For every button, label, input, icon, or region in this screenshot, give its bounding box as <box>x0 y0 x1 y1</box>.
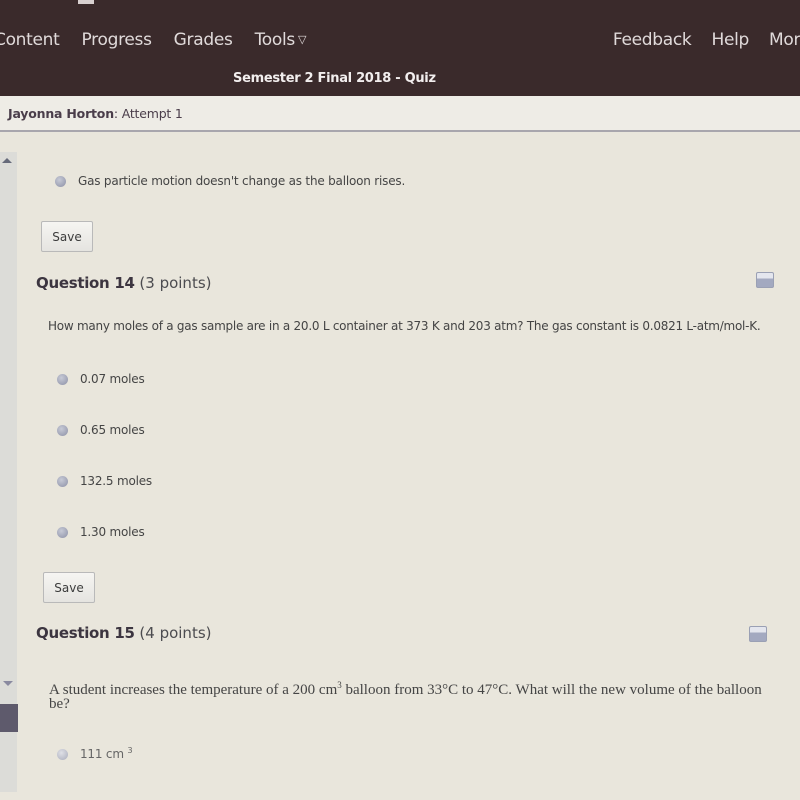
radio-button[interactable] <box>55 176 66 187</box>
option-label: 111 cm <box>80 747 124 761</box>
radio-button[interactable] <box>57 749 68 760</box>
option-label: 132.5 moles <box>80 474 152 488</box>
question-14-text: How many moles of a gas sample are in a … <box>48 319 761 333</box>
answer-option[interactable]: 1.30 moles <box>57 525 145 539</box>
scroll-down-icon[interactable] <box>3 681 13 686</box>
option-label: Gas particle motion doesn't change as th… <box>78 174 406 188</box>
quiz-title: Semester 2 Final 2018 - Quiz <box>233 71 436 86</box>
option-label: 1.30 moles <box>80 525 145 539</box>
nav-feedback[interactable]: Feedback <box>613 30 692 50</box>
save-button[interactable]: Save <box>43 572 95 603</box>
nav-progress[interactable]: Progress <box>82 30 152 60</box>
scrollbar-track[interactable] <box>0 152 17 792</box>
chevron-down-icon: ▽ <box>297 33 307 46</box>
question-15-heading: Question 15 (4 points) <box>36 624 212 642</box>
question-text-part: A student increases the temperature of a… <box>49 682 338 698</box>
answer-option[interactable]: 0.07 moles <box>57 372 145 386</box>
nav-grades[interactable]: Grades <box>174 30 233 60</box>
nav-tools-label: Tools <box>254 30 296 50</box>
scroll-up-icon[interactable] <box>2 158 12 163</box>
question-points: (4 points) <box>139 624 212 642</box>
nav-help[interactable]: Help <box>711 30 749 50</box>
attempt-label: Jayonna Horton: Attempt 1 <box>8 106 183 121</box>
superscript: 3 <box>127 746 133 755</box>
attempt-number: : Attempt 1 <box>113 106 183 121</box>
radio-button[interactable] <box>57 527 68 538</box>
flag-question-icon[interactable] <box>749 626 767 642</box>
radio-button[interactable] <box>57 425 68 436</box>
scrollbar-thumb[interactable] <box>0 704 18 732</box>
question-title: Question 14 <box>36 274 135 292</box>
answer-option[interactable]: Gas particle motion doesn't change as th… <box>55 174 405 188</box>
question-15-text: A student increases the temperature of a… <box>49 678 779 712</box>
top-navigation-bar: Content Progress Grades Tools ▽ Feedback … <box>0 0 800 96</box>
logo <box>78 0 94 4</box>
answer-option[interactable]: 111 cm 3 <box>57 746 133 761</box>
radio-button[interactable] <box>57 476 68 487</box>
student-name: Jayonna Horton <box>8 106 114 121</box>
question-title: Question 15 <box>36 624 135 642</box>
attempt-bar: Jayonna Horton: Attempt 1 <box>0 96 800 132</box>
question-14-heading: Question 14 (3 points) <box>36 274 212 292</box>
option-label: 0.07 moles <box>80 372 145 386</box>
answer-option[interactable]: 132.5 moles <box>57 474 152 488</box>
radio-button[interactable] <box>57 374 68 385</box>
main-nav: Content Progress Grades Tools ▽ <box>0 30 328 60</box>
answer-option[interactable]: 0.65 moles <box>57 423 145 437</box>
nav-tools[interactable]: Tools ▽ <box>255 30 307 60</box>
flag-question-icon[interactable] <box>756 272 774 288</box>
save-button[interactable]: Save <box>41 221 93 252</box>
option-label: 0.65 moles <box>80 423 145 437</box>
nav-right: Feedback Help More <box>593 30 800 50</box>
nav-more[interactable]: More <box>769 30 800 50</box>
nav-content[interactable]: Content <box>0 30 60 60</box>
question-points: (3 points) <box>139 274 212 292</box>
